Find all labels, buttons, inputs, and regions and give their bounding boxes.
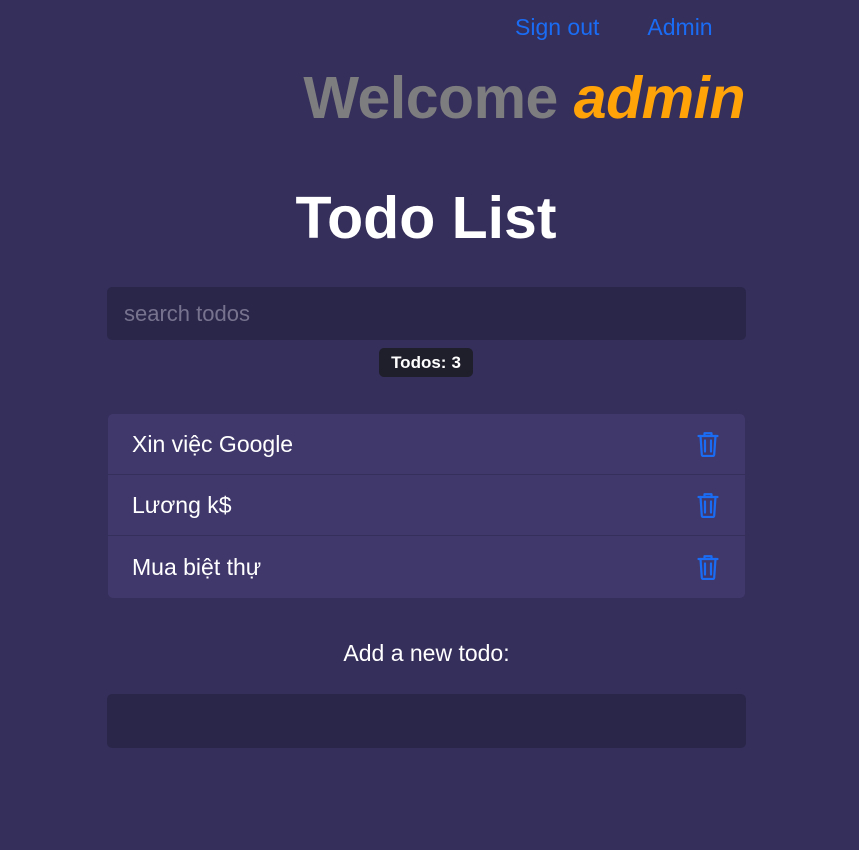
admin-link[interactable]: Admin: [647, 14, 712, 41]
todo-item: Xin việc Google: [108, 414, 745, 475]
trash-icon[interactable]: [695, 491, 721, 519]
trash-icon[interactable]: [695, 430, 721, 458]
sign-out-link[interactable]: Sign out: [515, 14, 599, 41]
todo-item: Lương k$: [108, 475, 745, 536]
add-todo-input[interactable]: [107, 694, 746, 748]
add-todo-label: Add a new todo:: [343, 640, 510, 666]
todo-count-badge: Todos: 3: [379, 348, 473, 377]
page-title: Todo List: [295, 185, 557, 251]
welcome-heading: Welcome admin: [303, 64, 745, 132]
trash-icon[interactable]: [695, 553, 721, 581]
todo-list: Xin việc Google Lương k$ Mua biệt thự: [108, 414, 745, 598]
todo-count-label: Todos:: [391, 352, 447, 372]
todo-text: Xin việc Google: [132, 430, 294, 457]
todo-item: Mua biệt thự: [108, 536, 745, 598]
welcome-greeting: Welcome: [303, 65, 558, 131]
todo-text: Lương k$: [132, 491, 232, 518]
search-input[interactable]: [107, 287, 746, 340]
top-nav: Sign out Admin: [515, 14, 713, 41]
todo-text: Mua biệt thự: [132, 553, 262, 580]
todo-count-value: 3: [451, 352, 461, 372]
welcome-username: admin: [573, 65, 746, 131]
